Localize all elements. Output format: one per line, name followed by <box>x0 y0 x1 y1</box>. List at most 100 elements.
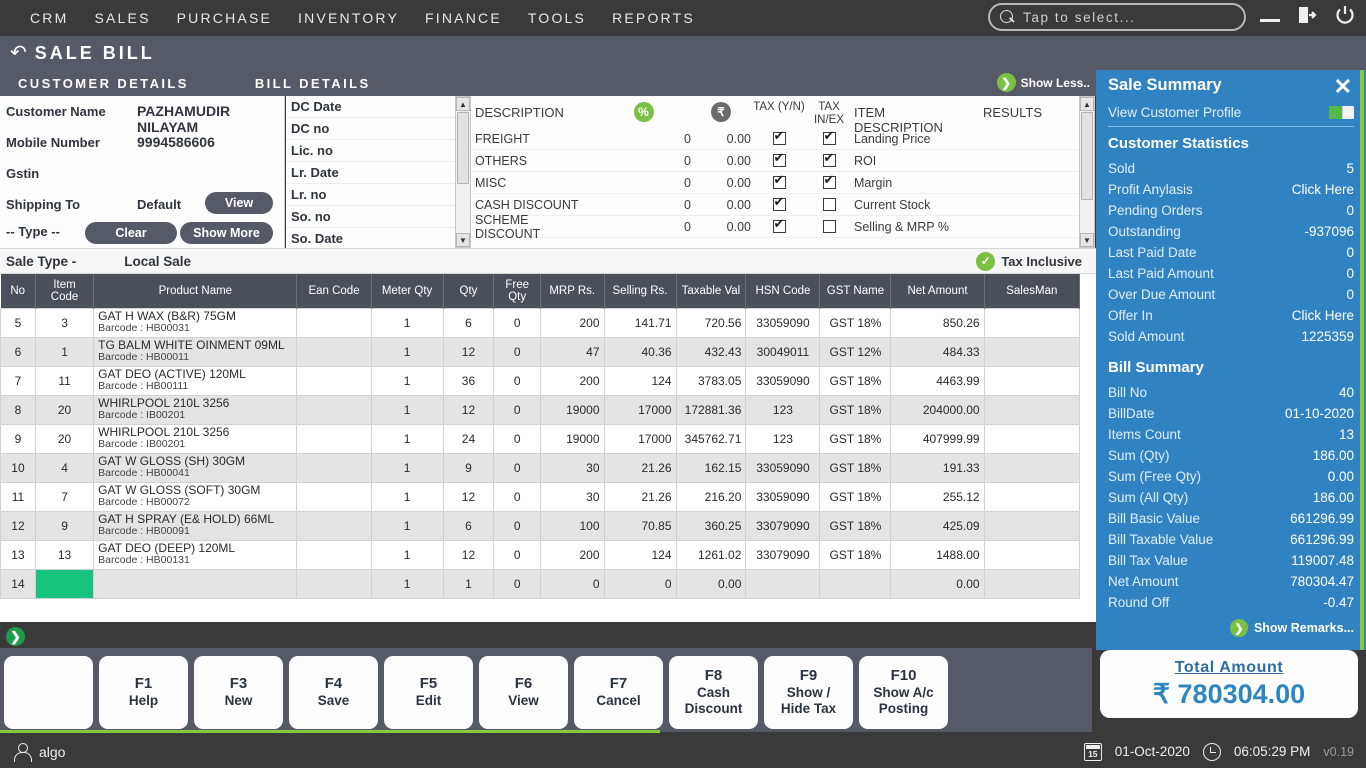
cell-gst-name[interactable]: GST 18% <box>819 510 892 541</box>
cell-product-name[interactable]: GAT W GLOSS (SH) 30GM Barcode : HB00041 <box>93 452 298 483</box>
cell-ean-code[interactable] <box>296 336 372 367</box>
function-button-f10[interactable]: F10 Show A/c Posting <box>859 655 948 729</box>
charge-percent[interactable]: 0 <box>596 220 691 234</box>
cell-net-amount[interactable]: 191.33 <box>890 452 985 483</box>
function-button-f6[interactable]: F6 View <box>479 655 568 729</box>
cell-meter-qty[interactable]: 1 <box>370 307 444 338</box>
grid-col-mrp-rs[interactable]: MRP Rs. <box>540 274 605 308</box>
grid-col-ean-code[interactable]: Ean Code <box>296 274 372 308</box>
grid-col-free-qty[interactable]: Free Qty <box>493 274 541 308</box>
cell-mrp[interactable]: 200 <box>539 307 605 338</box>
grid-col-taxable-val[interactable]: Taxable Val <box>676 274 747 308</box>
tax-yn-checkbox[interactable] <box>772 217 786 233</box>
cell-salesman[interactable] <box>983 365 1081 396</box>
charge-amount[interactable]: 0.00 <box>691 176 751 190</box>
cell-no[interactable]: 13 <box>0 539 36 570</box>
cell-net-amount[interactable]: 484.33 <box>890 336 985 367</box>
cell-taxable-val[interactable]: 1261.02 <box>675 539 747 570</box>
cell-gst-name[interactable]: GST 18% <box>819 481 892 512</box>
cell-salesman[interactable] <box>983 539 1081 570</box>
minimize-button[interactable] <box>1260 9 1280 22</box>
table-row[interactable]: 9 20 WHIRLPOOL 210L 3256 Barcode : IB00201 1… <box>0 423 1081 454</box>
cell-net-amount[interactable]: 407999.99 <box>890 423 985 454</box>
function-button-f4[interactable]: F4 Save <box>289 655 378 729</box>
cell-hsn-code[interactable]: 33059090 <box>745 481 821 512</box>
cell-mrp[interactable]: 19000 <box>539 423 605 454</box>
cell-taxable-val[interactable]: 3783.05 <box>675 365 747 396</box>
cell-selling[interactable]: 21.26 <box>603 452 677 483</box>
logout-button[interactable] <box>1296 4 1318 26</box>
bill-charges-scrollbar[interactable]: ▲ ▼ <box>1079 96 1095 248</box>
bill-field-row[interactable]: Lr. Date <box>286 162 461 184</box>
cell-hsn-code[interactable]: 33059090 <box>745 365 821 396</box>
cell-free-qty[interactable]: 0 <box>493 539 541 570</box>
cell-hsn-code[interactable]: 33079090 <box>745 510 821 541</box>
function-button-f1[interactable]: F1 Help <box>99 655 188 729</box>
cell-gst-name[interactable]: GST 18% <box>819 365 892 396</box>
cell-mrp[interactable]: 100 <box>539 510 605 541</box>
function-button-f3[interactable]: F3 New <box>194 655 283 729</box>
nav-item-inventory[interactable]: INVENTORY <box>298 10 399 26</box>
show-more-button[interactable]: Show More <box>180 222 273 244</box>
cell-product-name[interactable]: GAT H WAX (B&R) 75GM Barcode : HB00031 <box>93 307 298 338</box>
cell-taxable-val[interactable]: 360.25 <box>675 510 747 541</box>
function-button-f9[interactable]: F9 Show / Hide Tax <box>764 655 853 729</box>
grid-col-gst-name[interactable]: GST Name <box>819 274 892 308</box>
cell-hsn-code[interactable]: 123 <box>745 394 821 425</box>
value-customer-name[interactable]: PAZHAMUDIR NILAYAM <box>137 103 284 135</box>
charge-amount[interactable]: 0.00 <box>691 154 751 168</box>
bill-charge-row[interactable]: FREIGHT 00.00 Landing Price <box>471 128 1083 150</box>
scrollbar-thumb[interactable] <box>1081 112 1093 200</box>
cell-mrp[interactable]: 19000 <box>539 394 605 425</box>
cell-gst-name[interactable]: GST 18% <box>819 423 892 454</box>
cell-meter-qty[interactable]: 1 <box>370 423 444 454</box>
cell-salesman[interactable] <box>983 394 1081 425</box>
cell-mrp[interactable]: 47 <box>539 336 605 367</box>
cell-gst-name[interactable]: GST 18% <box>819 452 892 483</box>
cell-free-qty[interactable]: 0 <box>493 510 541 541</box>
scroll-up-icon[interactable]: ▲ <box>1080 97 1094 111</box>
cell-ean-code[interactable] <box>296 568 372 599</box>
function-button-f5[interactable]: F5 Edit <box>384 655 473 729</box>
power-button[interactable] <box>1334 4 1356 26</box>
grid-col-meter-qty[interactable]: Meter Qty <box>371 274 444 308</box>
show-less-button[interactable]: ❯ Show Less.. <box>996 73 1090 92</box>
table-row[interactable]: 14 1 1 0 0 0 0.00 0.00 <box>0 568 1081 599</box>
cell-item-code[interactable]: 9 <box>34 510 95 541</box>
grid-col-item-code[interactable]: Item Code <box>35 274 95 308</box>
bill-field-row[interactable]: So. Date <box>286 228 461 248</box>
charge-amount[interactable]: 0.00 <box>691 132 751 146</box>
scroll-up-icon[interactable]: ▲ <box>456 97 470 111</box>
cell-selling[interactable]: 141.71 <box>603 307 677 338</box>
bill-field-row[interactable]: DC no <box>286 118 461 140</box>
table-row[interactable]: 10 4 GAT W GLOSS (SH) 30GM Barcode : HB0004… <box>0 452 1081 483</box>
cell-no[interactable]: 12 <box>0 510 36 541</box>
cell-product-name[interactable]: WHIRLPOOL 210L 3256 Barcode : IB00201 <box>93 394 298 425</box>
tax-inex-checkbox[interactable] <box>822 151 836 167</box>
expand-grid-button[interactable]: ❯ <box>6 627 25 646</box>
cell-product-name[interactable] <box>93 568 298 599</box>
tax-yn-checkbox[interactable] <box>772 195 786 211</box>
grid-col-no[interactable]: No <box>0 274 36 308</box>
cell-qty[interactable]: 12 <box>442 481 495 512</box>
cell-meter-qty[interactable]: 1 <box>370 510 444 541</box>
bill-field-row[interactable]: Lic. no <box>286 140 461 162</box>
cell-meter-qty[interactable]: 1 <box>370 365 444 396</box>
cell-qty[interactable]: 6 <box>442 510 495 541</box>
tax-inex-checkbox[interactable] <box>822 198 836 211</box>
view-button[interactable]: View <box>205 192 273 214</box>
bill-field-row[interactable]: Lr. no <box>286 184 461 206</box>
table-row[interactable]: 13 13 GAT DEO (DEEP) 120ML Barcode : HB0013… <box>0 539 1081 570</box>
bill-field-row[interactable]: So. no <box>286 206 461 228</box>
cell-selling[interactable]: 17000 <box>603 423 677 454</box>
cell-net-amount[interactable]: 4463.99 <box>890 365 985 396</box>
percent-badge-icon[interactable]: % <box>633 102 654 122</box>
customer-statistic-row[interactable]: Profit Anylasis Click Here <box>1108 179 1354 200</box>
stat-value[interactable]: Click Here <box>1292 182 1354 197</box>
nav-item-reports[interactable]: REPORTS <box>612 10 695 26</box>
cell-selling[interactable]: 17000 <box>603 394 677 425</box>
cell-net-amount[interactable]: 255.12 <box>890 481 985 512</box>
charge-percent[interactable]: 0 <box>596 154 691 168</box>
cell-no[interactable]: 11 <box>0 481 36 512</box>
tax-inex-checkbox[interactable] <box>822 173 836 189</box>
